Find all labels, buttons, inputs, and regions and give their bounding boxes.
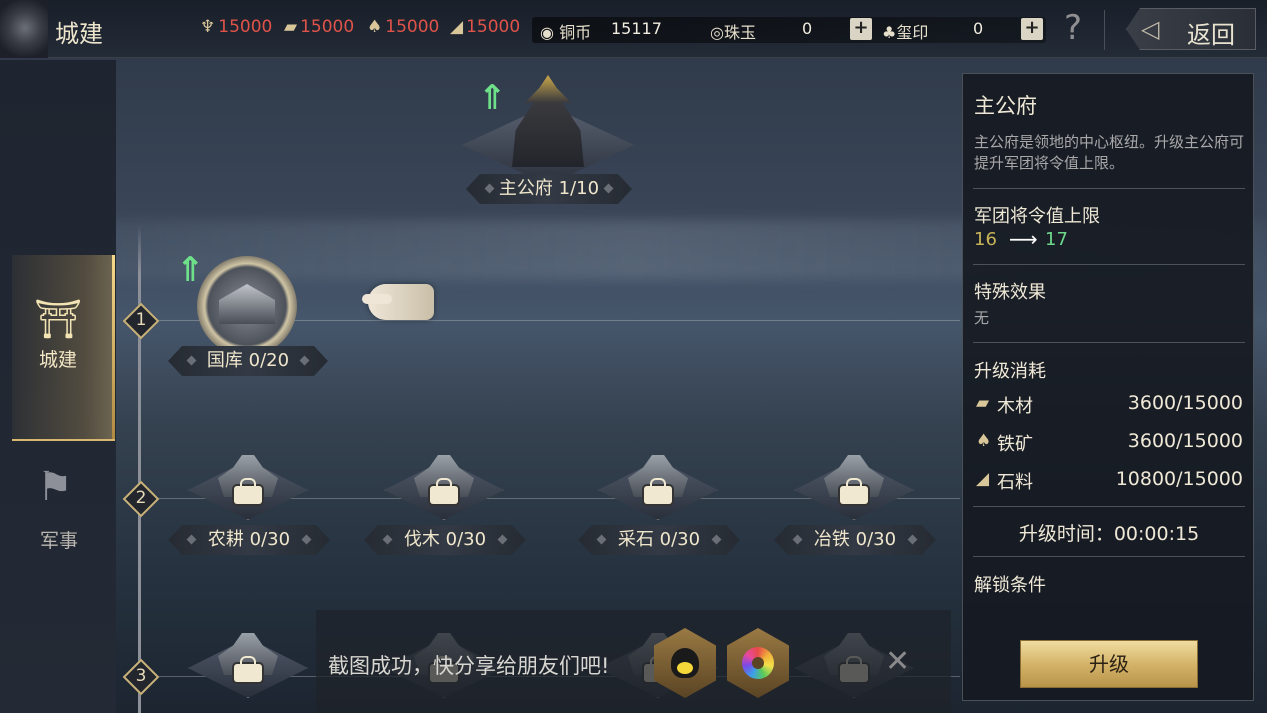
copper-label: ◉ 铜币 [540, 23, 592, 42]
building-description: 主公府是领地的中心枢纽。升级主公府可提升军团将令值上限。 [974, 133, 1245, 172]
building-name: 主公府 [974, 94, 1037, 118]
label-ornament [383, 535, 393, 545]
tutorial-hand-icon [362, 284, 434, 320]
stat-old-value: 16 [974, 229, 997, 250]
tier-1-number: 1 [135, 310, 147, 330]
wood-icon: ▰ [284, 17, 298, 37]
help-icon[interactable]: ? [1064, 8, 1082, 48]
qq-icon [671, 648, 699, 678]
divider [973, 506, 1245, 507]
arrow-right-icon: ⟶ [1009, 227, 1038, 251]
building-info-panel: 主公府 主公府是领地的中心枢纽。升级主公府可提升军团将令值上限。 军团将令值上限… [962, 73, 1254, 701]
tier-3-building[interactable] [188, 628, 308, 698]
wood-icon: ▰ [976, 393, 990, 413]
tab-military[interactable]: ⚑ 军事 [12, 460, 115, 570]
logging-building[interactable] [384, 450, 504, 520]
tier-3-number: 3 [135, 666, 147, 686]
lock-icon [840, 478, 868, 504]
quarry-building[interactable] [598, 450, 718, 520]
logging-label[interactable]: 伐木 0/30 [364, 525, 526, 555]
grain-resource: ♆ 15000 [200, 17, 273, 37]
upgrade-arrow-icon: ⇑ [478, 78, 507, 118]
tree-trunk-line [138, 225, 141, 713]
tier-2-number: 2 [135, 488, 147, 508]
label-ornament [300, 356, 310, 366]
lock-icon [644, 478, 672, 504]
label-ornament [604, 184, 614, 194]
label-ornament [302, 535, 312, 545]
divider [973, 342, 1245, 343]
stone-icon: ◢ [976, 469, 990, 489]
stone-icon: ◢ [450, 17, 464, 37]
unlock-title: 解锁条件 [974, 575, 1046, 596]
iron-resource: ♠ 15000 [367, 17, 440, 37]
stat-new-value: 17 [1045, 229, 1068, 250]
label-ornament [485, 184, 495, 194]
currency-bar [532, 17, 1046, 43]
stat-title: 军团将令值上限 [974, 206, 1100, 227]
seal-value: 0 [973, 19, 984, 38]
page-title: 城建 [55, 20, 103, 48]
photo-icon [742, 647, 774, 679]
coin-icon: ◉ [540, 23, 554, 42]
toast-message: 截图成功，快分享给朋友们吧! [328, 654, 610, 678]
lock-icon [234, 656, 262, 682]
seal-label: ♣玺印 [882, 23, 929, 42]
seal-icon: ♣ [882, 23, 897, 42]
active-glow [112, 255, 115, 439]
back-button[interactable]: ◁ 返回 [1126, 8, 1256, 50]
effect-value: 无 [974, 309, 990, 327]
avatar[interactable] [0, 0, 48, 58]
close-icon[interactable]: ✕ [885, 644, 910, 679]
divider [973, 556, 1245, 557]
label-ornament [498, 535, 508, 545]
treasury-image [219, 284, 275, 324]
treasury-building[interactable] [197, 256, 297, 356]
smelting-building[interactable] [794, 450, 914, 520]
farm-label[interactable]: 农耕 0/30 [168, 525, 330, 555]
label-ornament [187, 356, 197, 366]
upgrade-arrow-icon: ⇑ [176, 250, 205, 290]
stone-resource: ◢ 15000 [450, 17, 521, 37]
upgrade-time: 升级时间：00:00:15 [1018, 523, 1200, 545]
iron-icon: ♠ [367, 17, 383, 37]
label-ornament [187, 535, 197, 545]
copper-value: 15117 [611, 19, 662, 38]
tab-city-build[interactable]: ⛩ 城建 [12, 255, 115, 441]
main-hall-label[interactable]: 主公府 1/10 [466, 174, 632, 204]
iron-icon: ♠ [976, 431, 992, 451]
add-seal-button[interactable]: + [1021, 18, 1043, 40]
lock-icon [234, 478, 262, 504]
lock-icon [430, 478, 458, 504]
quarry-label[interactable]: 采石 0/30 [578, 525, 740, 555]
top-bar: 城建 ♆ 15000 ▰ 15000 ♠ 15000 ◢ 15000 ◉ 铜币 1511… [0, 0, 1267, 58]
label-ornament [908, 535, 918, 545]
flag-icon: ⚑ [37, 464, 73, 510]
sidebar: ⛩ 城建 ⚑ 军事 [0, 60, 116, 713]
wood-resource: ▰ 15000 [284, 17, 355, 37]
main-hall-image [512, 75, 584, 167]
main-hall-building[interactable] [462, 55, 634, 185]
label-ornament [793, 535, 803, 545]
grain-icon: ♆ [200, 17, 216, 37]
effect-title: 特殊效果 [974, 282, 1046, 303]
cost-title: 升级消耗 [974, 361, 1046, 382]
palace-icon: ⛩ [34, 297, 83, 341]
label-ornament [712, 535, 722, 545]
add-pearl-button[interactable]: + [850, 18, 872, 40]
pearl-label: ◎珠玉 [710, 23, 756, 42]
farm-building[interactable] [188, 450, 308, 520]
upgrade-button[interactable]: 升级 [1020, 640, 1198, 688]
smelting-label[interactable]: 冶铁 0/30 [774, 525, 936, 555]
divider [973, 264, 1245, 265]
pearl-value: 0 [802, 19, 813, 38]
pearl-icon: ◎ [710, 23, 724, 42]
treasury-label[interactable]: 国库 0/20 [168, 346, 328, 376]
share-toast: 截图成功，快分享给朋友们吧! [316, 610, 951, 713]
divider [1104, 10, 1105, 50]
divider [973, 188, 1245, 189]
back-arrow-icon: ◁ [1141, 15, 1160, 43]
label-ornament [597, 535, 607, 545]
